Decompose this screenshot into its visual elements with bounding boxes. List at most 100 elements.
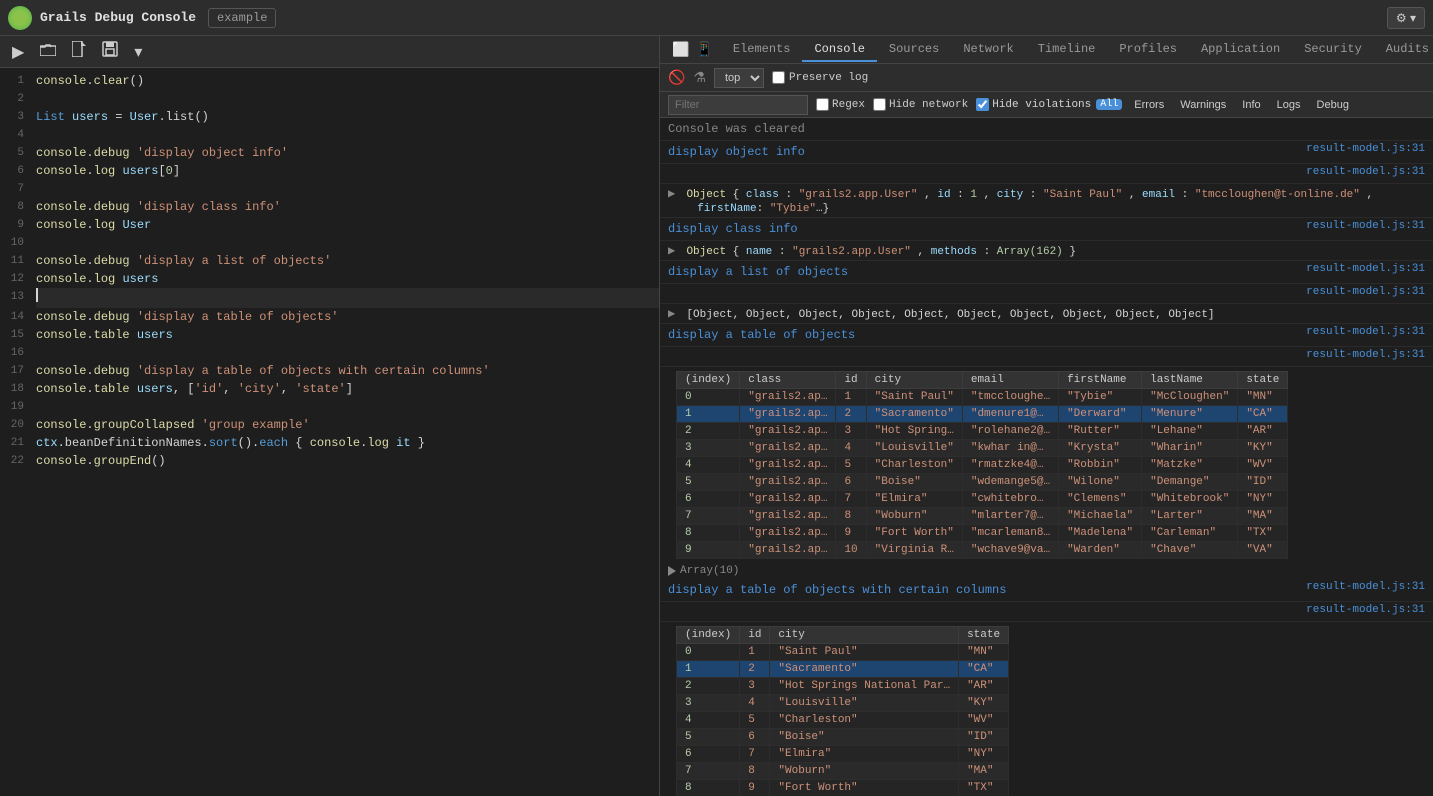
hide-violations-check[interactable]: Hide violations All (976, 98, 1122, 111)
table1-cell: 8 (836, 508, 866, 525)
table-row[interactable]: 8"grails2.ap…9"Fort Worth""mcarleman8…"M… (677, 525, 1288, 542)
table2-header: id (740, 627, 770, 644)
warnings-filter-btn[interactable]: Warnings (1176, 97, 1230, 113)
line-code-17[interactable]: console.debug 'display a table of object… (36, 362, 659, 380)
table-row[interactable]: 34"Louisville""KY" (677, 695, 1009, 712)
filter-console-button[interactable]: ⚗ (693, 69, 706, 86)
save-button[interactable] (98, 39, 122, 64)
open-button[interactable] (36, 40, 60, 63)
console-entry-blank3: result-model.js:31 (660, 347, 1433, 367)
line-code-2[interactable] (36, 90, 659, 108)
device-icon[interactable]: 📱 (695, 41, 712, 58)
table2-source1[interactable]: result-model.js:31 (1306, 581, 1425, 593)
line-code-18[interactable]: console.table users, ['id', 'city', 'sta… (36, 380, 659, 398)
line-number-5: 5 (0, 144, 36, 162)
more-button[interactable]: ▾ (130, 40, 146, 64)
line-code-21[interactable]: ctx.beanDefinitionNames.sort().each { co… (36, 434, 659, 452)
table-row[interactable]: 23"Hot Springs National Par…"AR" (677, 678, 1009, 695)
editor-content: 1console.clear()23List users = User.list… (0, 68, 659, 796)
table-row[interactable]: 56"Boise""ID" (677, 729, 1009, 746)
tab-sources[interactable]: Sources (877, 38, 951, 62)
table-obj-text[interactable]: display a table of objects (668, 328, 855, 342)
run-button[interactable]: ▶ (8, 40, 28, 64)
table-row[interactable]: 45"Charleston""WV" (677, 712, 1009, 729)
context-select[interactable]: top (714, 68, 764, 88)
line-code-4[interactable] (36, 126, 659, 144)
regex-check[interactable]: Regex (816, 98, 865, 111)
line-code-1[interactable]: console.clear() (36, 72, 659, 90)
table-row[interactable]: 01"Saint Paul""MN" (677, 644, 1009, 661)
table-row[interactable]: 67"Elmira""NY" (677, 746, 1009, 763)
tab-elements[interactable]: Elements (721, 38, 803, 62)
line-code-7[interactable] (36, 180, 659, 198)
table1-header: lastName (1142, 372, 1238, 389)
tab-network[interactable]: Network (951, 38, 1025, 62)
inspect-icon[interactable]: ⬜ (672, 41, 689, 58)
line-code-10[interactable] (36, 234, 659, 252)
table2-cell: 4 (677, 712, 740, 729)
line-21: 21ctx.beanDefinitionNames.sort().each { … (0, 434, 659, 452)
hide-network-check[interactable]: Hide network (873, 98, 968, 111)
settings-button[interactable]: ⚙ ▾ (1387, 7, 1425, 29)
hide-network-label: Hide network (889, 99, 968, 111)
line-code-3[interactable]: List users = User.list() (36, 108, 659, 126)
line-code-12[interactable]: console.log users (36, 270, 659, 288)
tab-audits[interactable]: Audits (1374, 38, 1433, 62)
table-row[interactable]: 5"grails2.ap…6"Boise""wdemange5@…"Wilone… (677, 474, 1288, 491)
expand-icon3[interactable]: ▶ (668, 307, 675, 321)
tab-console[interactable]: Console (802, 38, 876, 62)
table1-cell: "Derward" (1059, 406, 1142, 423)
table-row[interactable]: 4"grails2.ap…5"Charleston""rmatzke4@…"Ro… (677, 457, 1288, 474)
line-code-13[interactable] (36, 288, 659, 308)
class-info-text[interactable]: display class info (668, 222, 798, 236)
preserve-log-input[interactable] (772, 71, 785, 84)
logs-filter-btn[interactable]: Logs (1273, 97, 1305, 113)
table-row[interactable]: 7"grails2.ap…8"Woburn""mlarter7@…"Michae… (677, 508, 1288, 525)
table-row[interactable]: 1"grails2.ap…2"Sacramento""dmenure1@…"De… (677, 406, 1288, 423)
table1-array-footer[interactable]: Array(10) (660, 563, 1433, 579)
table-row[interactable]: 0"grails2.ap…1"Saint Paul""tmccloughe…"T… (677, 389, 1288, 406)
new-button[interactable] (68, 39, 90, 64)
line-code-5[interactable]: console.debug 'display object info' (36, 144, 659, 162)
line-code-20[interactable]: console.groupCollapsed 'group example' (36, 416, 659, 434)
class-info-source[interactable]: result-model.js:31 (1306, 220, 1425, 232)
table1-cell: "Boise" (866, 474, 962, 491)
list-source[interactable]: result-model.js:31 (1306, 263, 1425, 275)
info-filter-btn[interactable]: Info (1238, 97, 1264, 113)
table-row[interactable]: 12"Sacramento""CA" (677, 661, 1009, 678)
tab-timeline[interactable]: Timeline (1026, 38, 1108, 62)
display-obj-source[interactable]: result-model.js:31 (1306, 143, 1425, 155)
expand-icon2[interactable]: ▶ (668, 244, 675, 258)
preserve-log-checkbox[interactable]: Preserve log (772, 71, 868, 84)
tab-profiles[interactable]: Profiles (1107, 38, 1189, 62)
table1-cell: "Madelena" (1059, 525, 1142, 542)
tab-security[interactable]: Security (1292, 38, 1374, 62)
table-row[interactable]: 89"Fort Worth""TX" (677, 780, 1009, 796)
expand-icon1[interactable]: ▶ (668, 187, 675, 201)
table-row[interactable]: 6"grails2.ap…7"Elmira""cwhitebro…"Clemen… (677, 491, 1288, 508)
line-code-14[interactable]: console.debug 'display a table of object… (36, 308, 659, 326)
table1-cell: "Wharin" (1142, 440, 1238, 457)
line-6: 6console.log users[0] (0, 162, 659, 180)
line-code-19[interactable] (36, 398, 659, 416)
table-obj-source[interactable]: result-model.js:31 (1306, 326, 1425, 338)
display-obj-text[interactable]: display object info (668, 145, 805, 159)
filter-input[interactable] (668, 95, 808, 115)
clear-console-button[interactable]: 🚫 (668, 69, 685, 86)
table-row[interactable]: 9"grails2.ap…10"Virginia R…"wchave9@va…"… (677, 542, 1288, 559)
line-code-8[interactable]: console.debug 'display class info' (36, 198, 659, 216)
line-code-15[interactable]: console.table users (36, 326, 659, 344)
table-row[interactable]: 78"Woburn""MA" (677, 763, 1009, 780)
table2-label-text[interactable]: display a table of objects with certain … (668, 583, 1006, 597)
table-row[interactable]: 2"grails2.ap…3"Hot Spring…"rolehane2@…"R… (677, 423, 1288, 440)
line-code-9[interactable]: console.log User (36, 216, 659, 234)
line-code-6[interactable]: console.log users[0] (36, 162, 659, 180)
line-code-11[interactable]: console.debug 'display a list of objects… (36, 252, 659, 270)
list-text[interactable]: display a list of objects (668, 265, 848, 279)
debug-filter-btn[interactable]: Debug (1313, 97, 1353, 113)
line-code-16[interactable] (36, 344, 659, 362)
errors-filter-btn[interactable]: Errors (1130, 97, 1168, 113)
line-code-22[interactable]: console.groupEnd() (36, 452, 659, 470)
tab-application[interactable]: Application (1189, 38, 1292, 62)
table-row[interactable]: 3"grails2.ap…4"Louisville""kwhar in@…"Kr… (677, 440, 1288, 457)
